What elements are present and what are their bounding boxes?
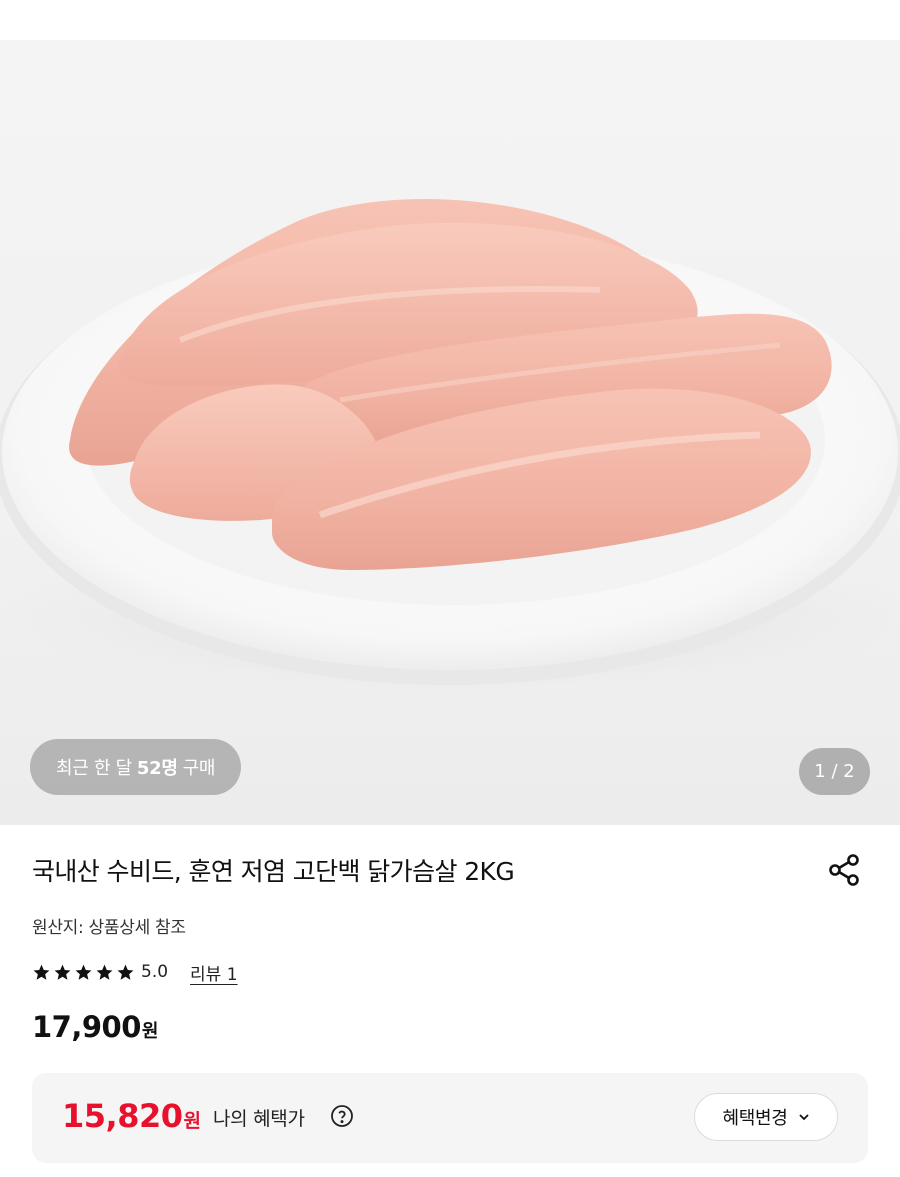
- share-icon[interactable]: [826, 851, 864, 889]
- origin-text: 원산지: 상품상세 참조: [32, 918, 186, 938]
- star-icon: [54, 964, 71, 980]
- rating-score: 5.0: [141, 962, 169, 982]
- recent-purchase-count: 52명: [136, 758, 178, 779]
- recent-purchase-suffix: 구매: [182, 758, 216, 779]
- product-image[interactable]: [0, 40, 900, 825]
- image-page-indicator: 1 / 2: [799, 748, 870, 795]
- benefit-price: 15,820 원: [62, 1097, 201, 1135]
- star-icon: [96, 964, 113, 980]
- product-info: 국내산 수비드, 훈연 저염 고단백 닭가슴살 2KG 원산지: 상품상세 참조…: [0, 825, 900, 1177]
- benefit-label: 나의 혜택가: [213, 1108, 305, 1130]
- star-rating: [32, 963, 135, 982]
- benefit-price-value: 15,820: [62, 1097, 183, 1135]
- benefit-change-button[interactable]: 혜택변경: [694, 1093, 838, 1141]
- star-icon: [33, 964, 50, 980]
- chevron-down-icon: [798, 1114, 809, 1121]
- benefit-change-label: 혜택변경: [722, 1108, 788, 1129]
- original-price-value: 17,900: [32, 1010, 141, 1044]
- recent-purchase-prefix: 최근 한 달: [56, 758, 132, 779]
- original-price: 17,900 원: [32, 1010, 158, 1044]
- benefit-price-unit: 원: [183, 1110, 201, 1132]
- review-link[interactable]: 리뷰 1: [190, 960, 238, 985]
- original-price-unit: 원: [141, 1021, 159, 1042]
- top-strip: [0, 0, 900, 40]
- rating-row: 5.0 리뷰 1: [32, 959, 238, 985]
- help-circle-icon[interactable]: [330, 1104, 354, 1128]
- benefit-price-box: 15,820 원 나의 혜택가 혜택변경: [32, 1073, 868, 1163]
- star-icon: [75, 964, 92, 980]
- star-icon: [117, 964, 134, 980]
- recent-purchase-badge: 최근 한 달 52명 구매: [30, 739, 242, 795]
- product-title: 국내산 수비드, 훈연 저염 고단백 닭가슴살 2KG: [32, 857, 515, 886]
